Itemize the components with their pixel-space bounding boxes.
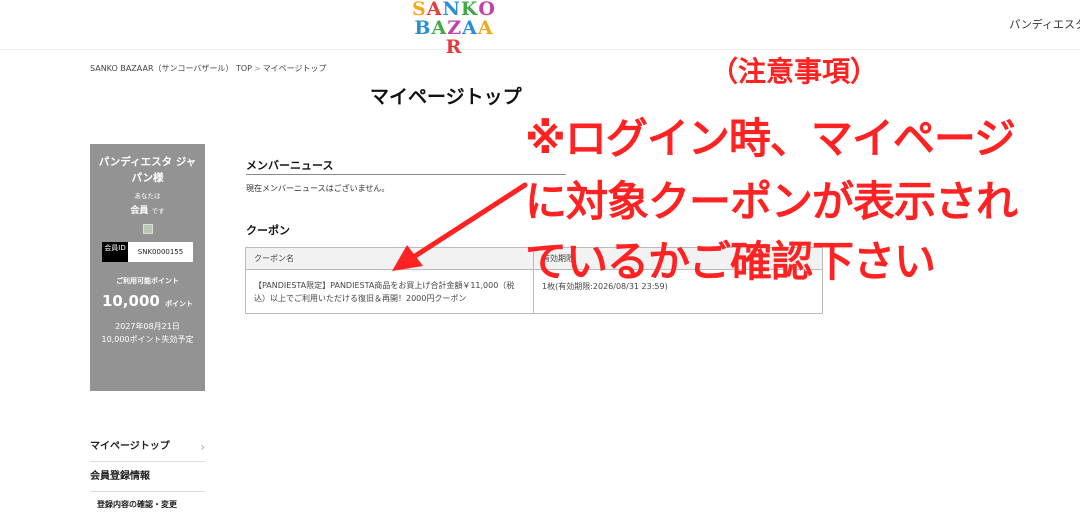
annotation-line-2: に対象クーポンが表示され	[525, 177, 1018, 226]
annotation-line-3: ているかご確認下さい	[525, 237, 936, 286]
annotation-line-1: ※ログイン時、マイページ	[525, 114, 1016, 163]
annotation-heading: （注意事項）	[710, 55, 879, 88]
